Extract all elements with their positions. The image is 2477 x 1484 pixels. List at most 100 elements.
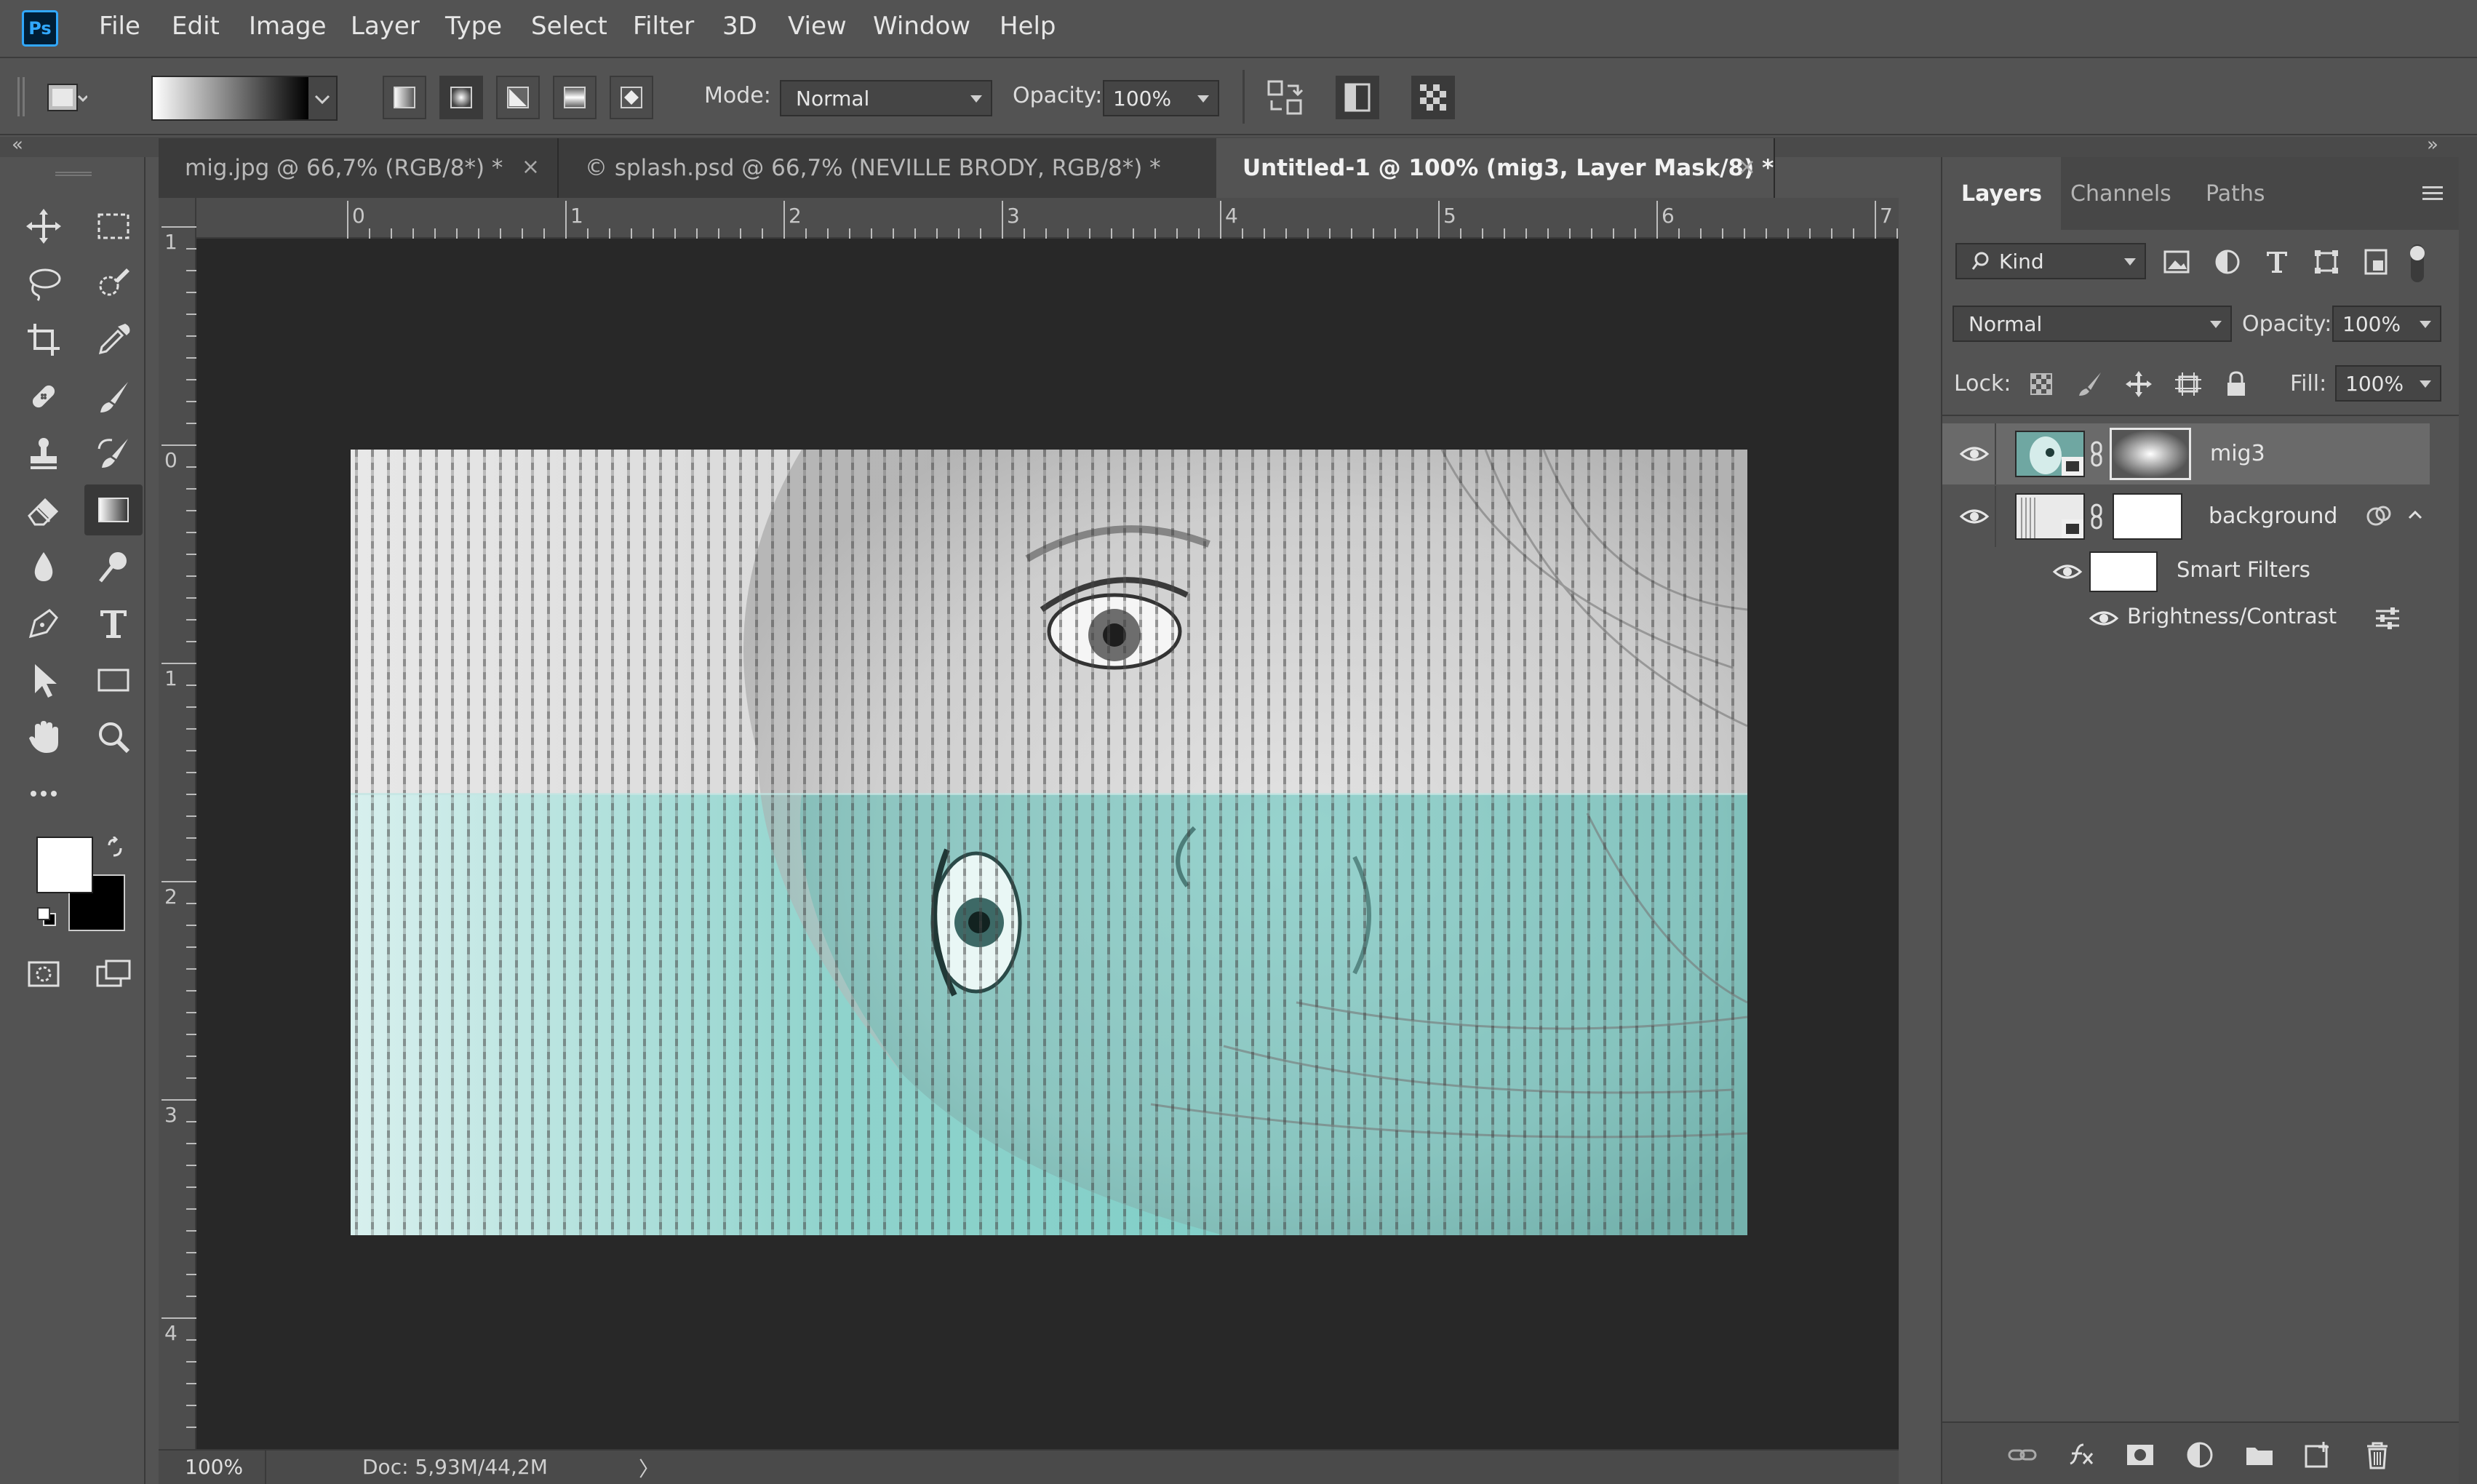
quick-mask-button[interactable] xyxy=(15,949,73,1000)
close-icon[interactable]: × xyxy=(1738,154,1756,180)
menu-view[interactable]: View xyxy=(788,12,847,41)
layer-mask-thumbnail[interactable] xyxy=(2113,493,2182,540)
linear-gradient-button[interactable] xyxy=(383,76,426,119)
smart-filters-row[interactable]: Smart Filters xyxy=(1942,547,2430,595)
healing-tool[interactable] xyxy=(15,371,73,422)
menu-file[interactable]: File xyxy=(99,12,140,41)
menu-type[interactable]: Type xyxy=(445,12,502,41)
mode-dropdown[interactable]: Normal xyxy=(780,80,992,116)
blend-mode-dropdown[interactable]: Normal xyxy=(1953,306,2232,342)
stamp-tool[interactable] xyxy=(15,428,73,479)
radial-gradient-button[interactable] xyxy=(439,76,483,119)
path-select-tool[interactable] xyxy=(15,655,73,706)
layer-thumbnail[interactable] xyxy=(2015,493,2085,540)
opacity-field[interactable]: 100% xyxy=(1103,80,1219,116)
foreground-color-swatch[interactable] xyxy=(36,837,93,893)
type-filter-icon[interactable] xyxy=(2262,247,2291,276)
photoshop-logo-icon[interactable]: Ps xyxy=(22,10,58,47)
angle-gradient-button[interactable] xyxy=(496,76,540,119)
smart-filter-badge-icon[interactable] xyxy=(2364,502,2393,531)
menu-3d[interactable]: 3D xyxy=(722,12,757,41)
dodge-tool[interactable] xyxy=(84,541,143,592)
status-menu-arrow[interactable]: 〉 xyxy=(639,1453,659,1483)
marquee-tool[interactable] xyxy=(84,201,143,252)
screen-mode-button[interactable] xyxy=(84,949,143,1000)
link-layers-icon[interactable] xyxy=(2006,1439,2038,1471)
zoom-level[interactable]: 100% xyxy=(185,1455,243,1479)
adjustment-filter-icon[interactable] xyxy=(2213,247,2242,276)
eraser-tool[interactable] xyxy=(15,484,73,535)
layer-row-mig3[interactable]: mig3 xyxy=(1942,423,2430,484)
document-canvas[interactable] xyxy=(351,450,1747,1235)
link-chain-icon[interactable] xyxy=(2088,439,2105,468)
layer-name[interactable]: background xyxy=(2209,503,2337,529)
new-layer-icon[interactable] xyxy=(2302,1439,2334,1471)
default-colors-icon[interactable] xyxy=(36,906,58,928)
layer-thumbnail[interactable] xyxy=(2015,431,2085,477)
lock-all-icon[interactable] xyxy=(2222,370,2251,399)
layer-name[interactable]: mig3 xyxy=(2210,441,2265,466)
tab-mig-jpg[interactable]: mig.jpg @ 66,7% (RGB/8*) * × xyxy=(159,138,559,198)
menu-select[interactable]: Select xyxy=(531,12,607,41)
image-filter-icon[interactable] xyxy=(2162,247,2191,276)
swap-colors-icon[interactable] xyxy=(105,837,127,858)
collapse-arrow-icon[interactable] xyxy=(2405,505,2425,525)
tab-channels[interactable]: Channels xyxy=(2051,157,2190,230)
reflected-gradient-button[interactable] xyxy=(553,76,597,119)
history-brush-tool[interactable] xyxy=(84,428,143,479)
new-group-icon[interactable] xyxy=(2243,1439,2275,1471)
delete-layer-icon[interactable] xyxy=(2361,1439,2393,1471)
horizontal-ruler[interactable]: 0 1 2 3 4 5 6 7 xyxy=(196,198,1899,239)
fx-icon[interactable] xyxy=(2065,1437,2099,1472)
hand-tool[interactable] xyxy=(15,711,73,762)
move-tool[interactable] xyxy=(15,201,73,252)
gradient-picker[interactable] xyxy=(151,76,338,121)
lock-artboard-icon[interactable] xyxy=(2174,370,2203,399)
layer-row-background[interactable]: background xyxy=(1942,486,2430,547)
visibility-eye-icon[interactable] xyxy=(1958,438,1990,470)
blur-tool[interactable] xyxy=(15,541,73,592)
menu-image[interactable]: Image xyxy=(249,12,326,41)
visibility-eye-icon[interactable] xyxy=(2051,556,2083,588)
tool-preset-picker[interactable] xyxy=(47,81,87,113)
tab-untitled-1[interactable]: Untitled-1 @ 100% (mig3, Layer Mask/8) *… xyxy=(1216,138,1775,198)
close-icon[interactable]: × xyxy=(522,154,540,180)
smart-object-filter-icon[interactable] xyxy=(2361,247,2390,276)
blending-options-icon[interactable] xyxy=(2373,605,2402,631)
visibility-eye-icon[interactable] xyxy=(1958,500,1990,532)
panel-menu-icon[interactable] xyxy=(2421,182,2444,205)
brush-tool[interactable] xyxy=(84,371,143,422)
transparency-icon[interactable] xyxy=(1411,76,1455,119)
lock-transparent-icon[interactable] xyxy=(2027,370,2056,399)
lock-pixels-icon[interactable] xyxy=(2076,370,2105,399)
zoom-tool[interactable] xyxy=(84,711,143,762)
menu-help[interactable]: Help xyxy=(1000,12,1056,41)
quick-select-tool[interactable] xyxy=(84,258,143,308)
add-mask-icon[interactable] xyxy=(2124,1439,2156,1471)
menu-filter[interactable]: Filter xyxy=(633,12,694,41)
menu-edit[interactable]: Edit xyxy=(172,12,220,41)
layer-mask-thumbnail[interactable] xyxy=(2110,428,2191,480)
vertical-ruler[interactable]: 1 0 1 2 3 4 xyxy=(159,198,196,1449)
filter-toggle[interactable] xyxy=(2405,243,2430,284)
shape-filter-icon[interactable] xyxy=(2312,247,2341,276)
menu-layer[interactable]: Layer xyxy=(351,12,420,41)
pen-tool[interactable] xyxy=(15,598,73,649)
lasso-tool[interactable] xyxy=(15,258,73,308)
dither-icon[interactable] xyxy=(1336,76,1379,119)
filter-row-brightness-contrast[interactable]: Brightness/Contrast xyxy=(1942,595,2430,639)
gradient-tool[interactable] xyxy=(84,484,143,535)
panel-scrollbar[interactable] xyxy=(2459,157,2477,1484)
crop-tool[interactable] xyxy=(15,314,73,365)
reverse-icon[interactable] xyxy=(1263,76,1307,119)
lock-position-icon[interactable] xyxy=(2124,370,2153,399)
link-chain-icon[interactable] xyxy=(2088,502,2105,531)
type-tool[interactable] xyxy=(84,598,143,649)
fill-field[interactable]: 100% xyxy=(2335,365,2441,402)
diamond-gradient-button[interactable] xyxy=(610,76,653,119)
visibility-eye-icon[interactable] xyxy=(2088,602,2120,634)
collapse-toolbar-icon[interactable]: « xyxy=(12,134,23,156)
new-adjustment-layer-icon[interactable] xyxy=(2184,1439,2216,1471)
more-tools-button[interactable] xyxy=(15,768,73,819)
eyedropper-tool[interactable] xyxy=(84,314,143,365)
